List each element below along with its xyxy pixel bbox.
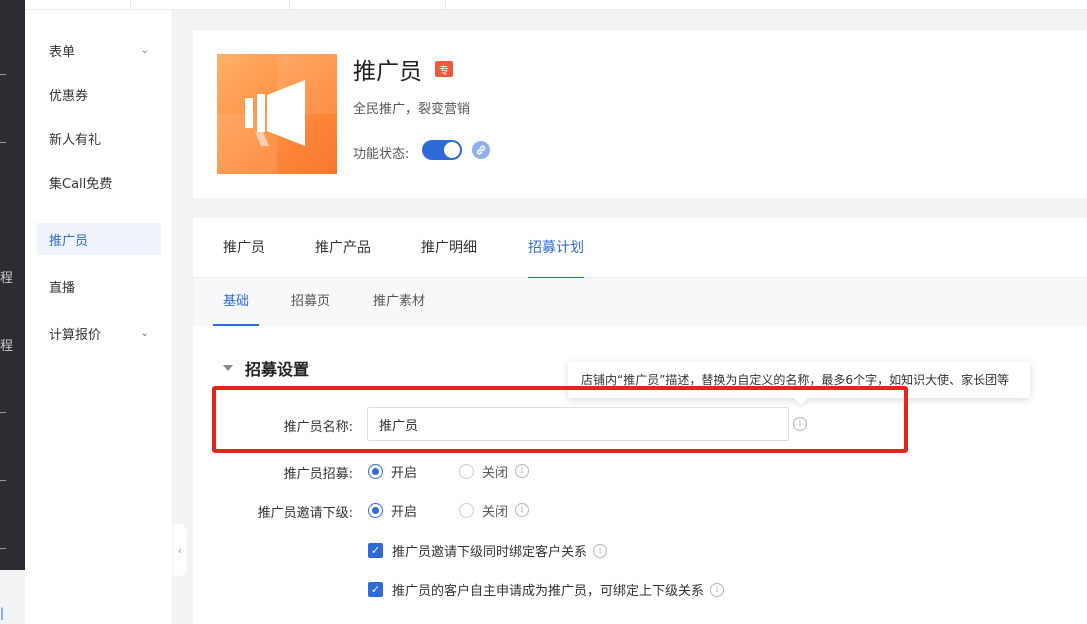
tab-promoted-products[interactable]: 推广产品 [315,218,371,278]
primary-nav: 程 程 [0,0,25,570]
sidebar-item-newcomer-gift[interactable]: 新人有礼 [37,122,161,154]
radio-label: 关闭 [482,466,509,481]
nav-marker [0,74,6,75]
sidebar-item-label: 集Call免费 [49,176,113,192]
nav-marker [0,142,6,143]
status-label: 功能状态: [353,147,410,162]
nav-item-fragment[interactable]: 程 [0,267,13,286]
nav-marker [0,480,6,481]
info-icon[interactable]: i [515,464,529,478]
info-icon[interactable]: i [515,503,529,517]
subtab-basic[interactable]: 基础 [213,278,260,326]
nav-marker [0,548,6,549]
link-icon[interactable] [472,141,490,159]
tab-recruit-plan[interactable]: 招募计划 [528,218,584,279]
chevron-down-icon: ⌄ [140,44,149,56]
section-toggle[interactable]: 招募设置 [223,356,309,380]
bind-customer-checkbox[interactable]: ✓ 推广员邀请下级同时绑定客户关系 i [368,541,608,560]
recruit-on-radio[interactable]: 开启 [368,462,417,481]
promoter-name-label: 推广员名称: [283,420,353,435]
sidebar-item-label: 优惠券 [49,88,89,104]
chevron-down-icon: ⌄ [140,327,149,339]
checkbox-label: 推广员邀请下级同时绑定客户关系 [392,545,588,560]
check-icon: ✓ [368,582,383,597]
sidebar-item-promoter[interactable]: 推广员 [37,223,161,255]
sidebar-item-coupon[interactable]: 优惠券 [37,78,161,110]
main-content-card: 推广员 推广产品 推广明细 招募计划 基础 招募页 推广素材 招募设置 店铺内“… [193,218,1087,624]
sidebar-item-label: 计算报价 [49,327,102,343]
radio-label: 开启 [391,505,418,520]
promoter-recruit-label: 推广员招募: [283,467,353,482]
invite-on-radio[interactable]: 开启 [368,501,417,520]
check-icon: ✓ [368,543,383,558]
feature-status-toggle[interactable] [422,140,462,160]
checkbox-label: 推广员的客户自主申请成为推广员，可绑定上下级关系 [392,584,705,599]
self-apply-checkbox[interactable]: ✓ 推广员的客户自主申请成为推广员，可绑定上下级关系 i [368,580,725,599]
invite-off-radio[interactable]: 关闭 [459,501,508,520]
nav-fragment-icon: | [0,606,5,620]
main-tabs: 推广员 推广产品 推广明细 招募计划 [193,218,1087,279]
sidebar-item-label: 推广员 [49,233,89,249]
invite-subordinate-label: 推广员邀请下级: [257,506,353,521]
info-icon[interactable]: i [793,417,807,431]
sub-tabs: 基础 招募页 推广素材 [193,278,1087,326]
pro-badge: 专 [435,61,453,77]
tab-promoters[interactable]: 推广员 [223,218,265,278]
info-icon[interactable]: i [593,543,608,558]
subtab-promo-materials[interactable]: 推广素材 [373,278,425,326]
sidebar-item-label: 表单 [49,44,76,60]
sidebar-item-label: 直播 [49,280,76,296]
sidebar-item-form[interactable]: 表单 ⌄ [37,34,161,66]
radio-label: 开启 [391,466,418,481]
sidebar-collapse-button[interactable]: ‹ [173,524,187,576]
secondary-sidebar: 表单 ⌄ 优惠券 新人有礼 集Call免费 推广员 直播 计算报价 ⌄ [25,10,173,624]
radio-label: 关闭 [482,505,509,520]
sidebar-item-quote[interactable]: 计算报价 ⌄ [37,317,161,349]
sidebar-item-call-free[interactable]: 集Call免费 [37,166,161,198]
caret-down-icon [223,365,233,371]
page-title: 推广员 [353,59,422,85]
info-icon[interactable]: i [710,582,725,597]
tab-promotion-details[interactable]: 推广明细 [421,218,477,278]
subtab-recruit-page[interactable]: 招募页 [291,278,330,326]
recruit-off-radio[interactable]: 关闭 [459,462,508,481]
promoter-name-input[interactable] [367,407,789,441]
sidebar-item-live[interactable]: 直播 [37,270,161,302]
section-title: 招募设置 [245,360,310,379]
sidebar-item-label: 新人有礼 [49,132,102,148]
nav-item-fragment[interactable]: 程 [0,335,13,354]
megaphone-icon [217,54,337,174]
top-header [25,0,1087,10]
page-subtitle: 全民推广，裂变营销 [353,102,471,117]
feature-header-card: 推广员 专 全民推广，裂变营销 功能状态: [193,30,1087,198]
nav-marker [0,412,6,413]
